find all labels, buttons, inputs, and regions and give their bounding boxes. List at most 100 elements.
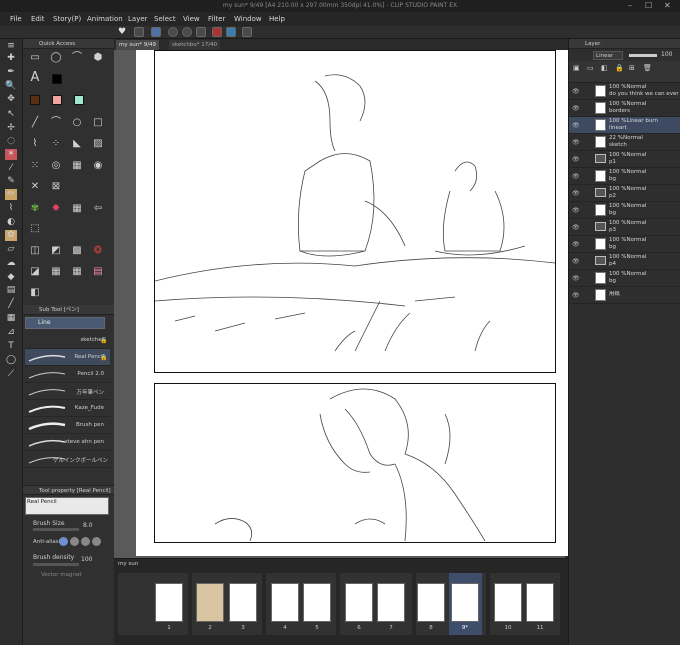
- layer-item[interactable]: 👁 100 %Normal do you think we can ever: [569, 83, 680, 100]
- new-layer-icon[interactable]: ▣: [573, 64, 580, 72]
- pencil-icon[interactable]: ✏: [5, 189, 17, 200]
- menu-file[interactable]: File: [10, 13, 22, 25]
- layer-item[interactable]: 👁 100 %Linear burn lineart: [569, 117, 680, 134]
- eye-icon[interactable]: 👁: [572, 275, 580, 282]
- pink-swatch[interactable]: [52, 95, 62, 105]
- heart-icon[interactable]: ♥: [118, 27, 126, 37]
- mint-swatch[interactable]: [74, 95, 84, 105]
- layer-item[interactable]: 👁 100 %Normal bg: [569, 236, 680, 253]
- balloon-icon[interactable]: ◯: [5, 355, 17, 366]
- brush-size-value[interactable]: 8.0: [83, 522, 93, 529]
- aa-strong-option[interactable]: [92, 537, 101, 546]
- fill-qa-icon[interactable]: ◣: [71, 138, 83, 150]
- mask-icon[interactable]: ◧: [601, 64, 608, 72]
- tone-icon[interactable]: ◪: [29, 266, 41, 278]
- hatch-icon[interactable]: ▨: [92, 138, 104, 150]
- brush-size-slider[interactable]: [33, 528, 79, 531]
- snap-icon[interactable]: [212, 27, 222, 37]
- layer-folder[interactable]: 👁 100 %Normal p4: [569, 253, 680, 270]
- blend-mode-select[interactable]: Linear bur: [593, 51, 623, 67]
- line-icon[interactable]: ╱: [29, 117, 41, 129]
- curve-icon[interactable]: ⌒: [50, 117, 62, 129]
- eye-icon[interactable]: 👁: [572, 173, 580, 180]
- menu-edit[interactable]: Edit: [31, 13, 45, 25]
- move-layer-icon[interactable]: ✢: [5, 123, 17, 134]
- brown-swatch[interactable]: [30, 95, 40, 105]
- arrow-icon[interactable]: ⇦: [92, 203, 104, 215]
- pen-tool-icon[interactable]: ✒: [5, 67, 17, 78]
- aa-none-option[interactable]: [59, 537, 68, 546]
- dots-icon[interactable]: ⁘: [50, 138, 62, 150]
- eyedropper-icon[interactable]: ⁄: [5, 163, 17, 174]
- text-tool-icon[interactable]: T: [5, 341, 17, 352]
- grid-icon[interactable]: [196, 27, 206, 37]
- polyline-icon[interactable]: ⌇: [29, 138, 41, 150]
- brush-steve-ahn-pen[interactable]: steve ahn pen: [25, 434, 110, 451]
- layer-mode-icon[interactable]: [134, 27, 144, 37]
- brush-pencil-2[interactable]: Pencil 2.0: [25, 366, 110, 383]
- brush-sketcher[interactable]: sketcher: [25, 332, 110, 349]
- gradient-qa-icon[interactable]: ◩: [50, 245, 62, 257]
- maximize-button[interactable]: ☐: [645, 0, 652, 12]
- transform-icon[interactable]: ⊠: [50, 181, 62, 193]
- ruler-icon[interactable]: [226, 27, 236, 37]
- pen-mode-icon[interactable]: [151, 27, 161, 37]
- tool-property-header[interactable]: Tool property [Real Pencil]: [23, 485, 114, 495]
- eye-icon[interactable]: 👁: [572, 139, 580, 146]
- brush-real-pencil[interactable]: Real Pencil: [25, 349, 110, 366]
- tab-my-sun[interactable]: my sun* 9/49: [116, 40, 160, 50]
- brush-fountain-pen[interactable]: 万年筆ペン: [25, 383, 110, 400]
- pen-icon[interactable]: ✎: [5, 176, 17, 187]
- page-thumbnail[interactable]: [196, 583, 224, 622]
- opacity-slider[interactable]: [629, 54, 657, 57]
- palette-icon[interactable]: ▤: [92, 266, 104, 278]
- layer-item[interactable]: 👁 100 %Normal bg: [569, 168, 680, 185]
- menu-animation[interactable]: Animation: [87, 13, 123, 25]
- layer-folder[interactable]: 👁 100 %Normal p2: [569, 185, 680, 202]
- aa-weak-option[interactable]: [70, 537, 79, 546]
- eye-icon[interactable]: 👁: [572, 88, 580, 95]
- eye-qa-icon[interactable]: ◉: [92, 160, 104, 172]
- eye-icon[interactable]: 👁: [572, 156, 580, 163]
- page-thumbnail[interactable]: [526, 583, 554, 622]
- page-thumbnail[interactable]: [345, 583, 373, 622]
- ellipse-icon[interactable]: ○: [71, 117, 83, 129]
- pattern-icon[interactable]: ◫: [29, 245, 41, 257]
- move-icon[interactable]: ✥: [5, 94, 17, 105]
- close-button[interactable]: ✕: [664, 0, 671, 12]
- eye-icon[interactable]: 👁: [572, 207, 580, 214]
- aa-mid-option[interactable]: [81, 537, 90, 546]
- menu-window[interactable]: Window: [234, 13, 262, 25]
- layer-item[interactable]: 👁 100 %Normal bg: [569, 270, 680, 287]
- trash-icon[interactable]: 🗑: [643, 64, 652, 72]
- eye-icon[interactable]: 👁: [572, 241, 580, 248]
- hex-icon[interactable]: ⬢: [92, 52, 104, 64]
- frame-icon[interactable]: ▦: [5, 313, 17, 324]
- view2-icon[interactable]: [182, 27, 192, 37]
- grid4-icon[interactable]: ▦: [71, 266, 83, 278]
- menu-select[interactable]: Select: [154, 13, 176, 25]
- page-thumbnail-current[interactable]: [451, 583, 479, 622]
- page-thumbnail[interactable]: [417, 583, 445, 622]
- texture-icon[interactable]: ▩: [71, 245, 83, 257]
- tone2-icon[interactable]: ◧: [29, 287, 41, 299]
- quick-access-header[interactable]: Quick Access: [23, 39, 114, 49]
- operation-icon[interactable]: ↖: [5, 109, 17, 120]
- decoration-icon[interactable]: ✿: [5, 230, 17, 241]
- magic-wand-icon[interactable]: ✶: [5, 149, 17, 160]
- page-thumbnail[interactable]: [377, 583, 405, 622]
- new-folder-icon[interactable]: ▭: [587, 64, 594, 72]
- menu-story[interactable]: Story(P): [53, 13, 81, 25]
- layer-item[interactable]: 👁 100 %Normal bg: [569, 202, 680, 219]
- airbrush-icon[interactable]: ◐: [5, 217, 17, 228]
- layer-item[interactable]: 👁 100 %Normal borders: [569, 100, 680, 117]
- page-thumbnail[interactable]: [494, 583, 522, 622]
- eye-icon[interactable]: 👁: [572, 224, 580, 231]
- eye-icon[interactable]: 👁: [572, 122, 580, 129]
- cross-icon[interactable]: ✕: [29, 181, 41, 193]
- comic-panel-bottom[interactable]: [154, 383, 556, 543]
- page-thumbnail[interactable]: [155, 583, 183, 622]
- page-thumbnail[interactable]: [271, 583, 299, 622]
- menu-layer[interactable]: Layer: [128, 13, 148, 25]
- sub-tool-group-line[interactable]: Line: [25, 317, 105, 329]
